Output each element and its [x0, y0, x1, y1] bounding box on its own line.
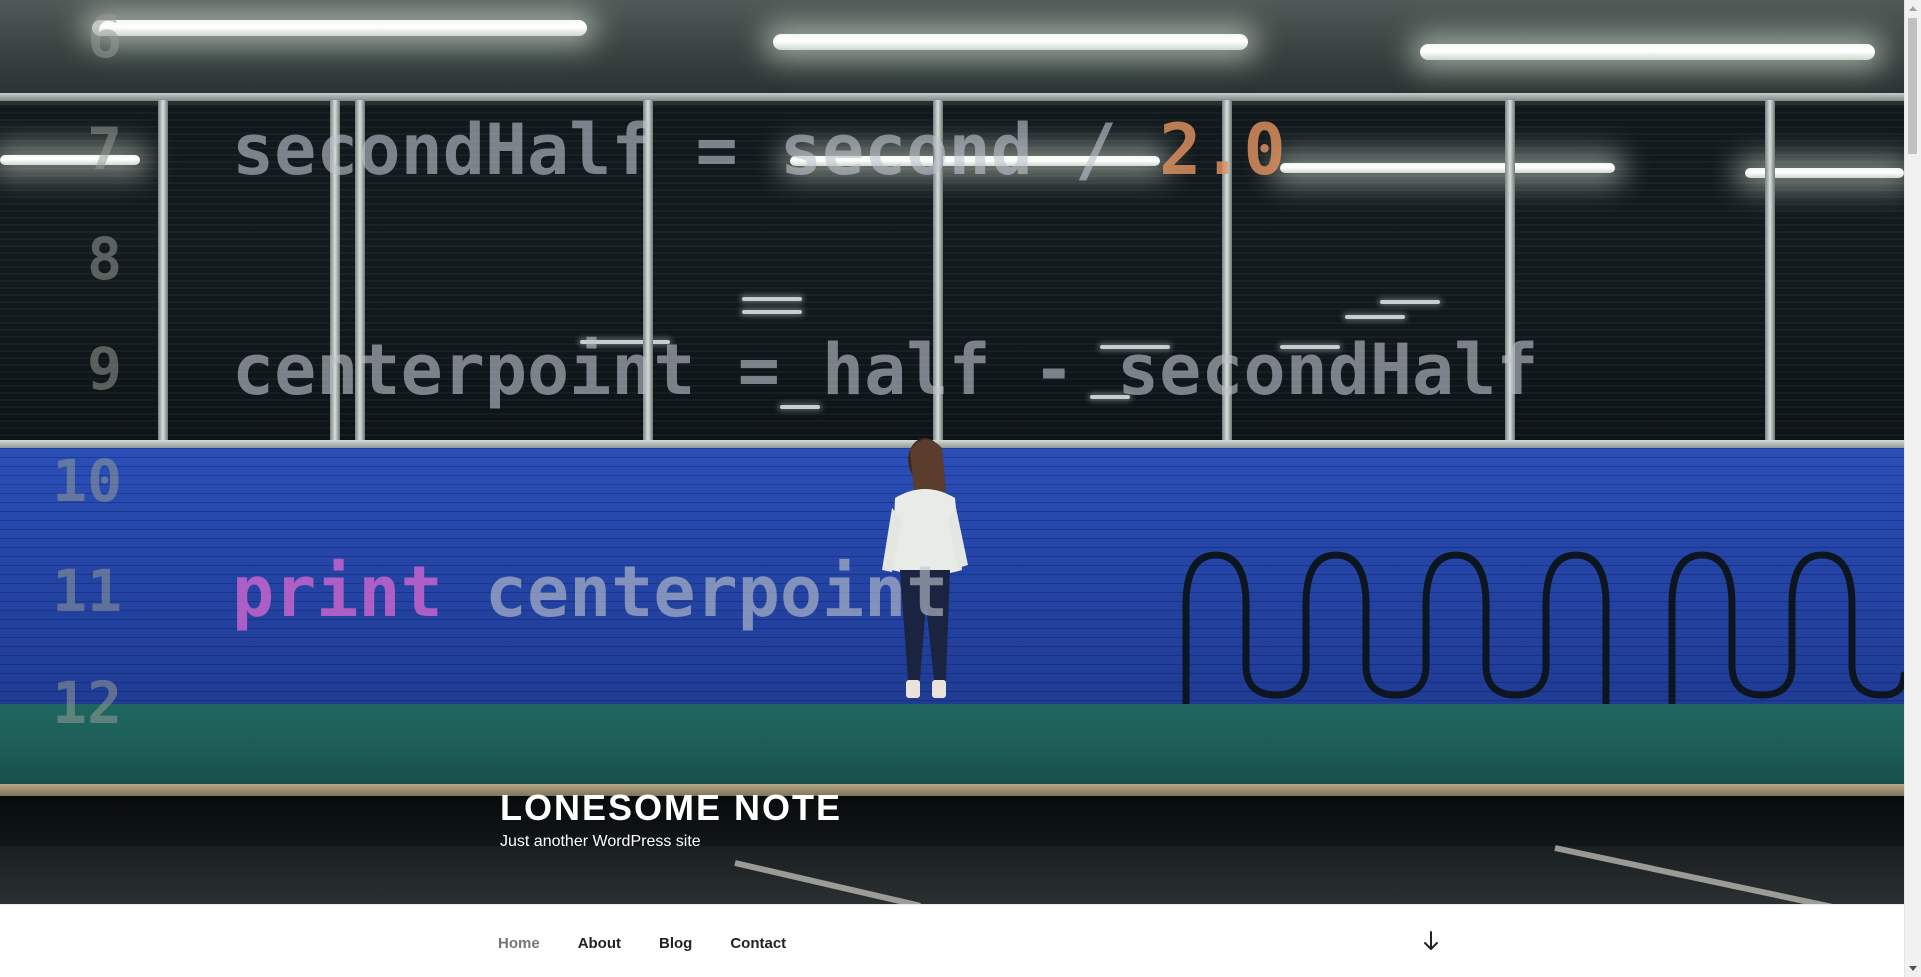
site-branding: LONESOME NOTE Just another WordPress sit…	[500, 786, 842, 852]
page-scrollbar[interactable]	[1904, 0, 1921, 977]
page-viewport: 6 7 secondHalf = second / 2.0 8 9 center…	[0, 0, 1904, 977]
code-line: secondHalf = second / 2.0	[232, 110, 1286, 190]
nav-link-blog[interactable]: Blog	[640, 931, 711, 956]
nav-link-about[interactable]: About	[559, 931, 640, 956]
line-number: 12	[52, 669, 122, 737]
site-description: Just another WordPress site	[500, 833, 701, 850]
nav-link-contact[interactable]: Contact	[711, 931, 805, 956]
code-text: centerpoint	[442, 551, 949, 633]
line-number: 10	[52, 447, 122, 515]
keyword: print	[232, 551, 443, 633]
line-number: 6	[87, 3, 122, 71]
code-text: secondHalf = second /	[232, 109, 1160, 191]
nav-item-about: About	[559, 931, 640, 956]
scroll-down-arrow-icon[interactable]	[1905, 961, 1921, 977]
line-number: 7	[87, 115, 122, 183]
scroll-up-arrow-icon[interactable]	[1905, 0, 1921, 16]
scroll-down-button[interactable]	[1417, 927, 1445, 955]
number-literal: 2.0	[1159, 109, 1286, 191]
nav-menu: Home About Blog Contact	[498, 931, 805, 956]
main-navigation: Home About Blog Contact	[0, 904, 1904, 977]
code-overlay: 6 7 secondHalf = second / 2.0 8 9 center…	[0, 0, 1904, 904]
nav-link-home[interactable]: Home	[498, 931, 559, 956]
nav-item-home: Home	[498, 931, 559, 956]
nav-item-contact: Contact	[711, 931, 805, 956]
line-number: 11	[52, 557, 122, 625]
arrow-down-icon	[1424, 931, 1438, 950]
code-line: print centerpoint	[232, 552, 948, 632]
code-line: centerpoint = half - secondHalf	[232, 329, 1539, 411]
line-number: 9	[87, 335, 122, 403]
scrollbar-thumb[interactable]	[1908, 18, 1917, 154]
line-number: 8	[87, 225, 122, 293]
custom-header-image: 6 7 secondHalf = second / 2.0 8 9 center…	[0, 0, 1904, 904]
site-title-link[interactable]: LONESOME NOTE	[500, 786, 842, 830]
nav-item-blog: Blog	[640, 931, 711, 956]
